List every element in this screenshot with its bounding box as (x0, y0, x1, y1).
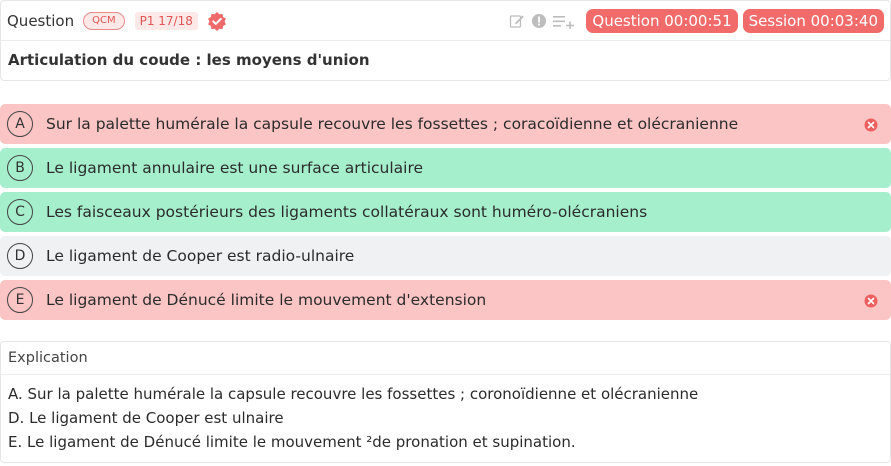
wrong-answer-icon (864, 117, 878, 132)
question-label: Question (7, 11, 75, 30)
answer-text: Sur la palette humérale la capsule recou… (46, 115, 739, 133)
answer-letter: C (7, 199, 33, 225)
report-icon[interactable] (531, 13, 547, 29)
question-header: Question QCM P1 17/18 Question 00:00:51 … (1, 1, 890, 41)
explication-title: Explication (1, 342, 890, 375)
session-timer: Session 00:03:40 (742, 8, 884, 33)
explication-line: A. Sur la palette humérale la capsule re… (8, 385, 699, 403)
answer-text: Les faisceaux postérieurs des ligaments … (46, 203, 648, 221)
explication-line: E. Le ligament de Dénucé limite le mouve… (8, 433, 576, 451)
add-to-list-icon[interactable] (553, 13, 575, 29)
question-title: Articulation du coude : les moyens d'uni… (8, 51, 370, 69)
answer-text: Le ligament de Cooper est radio-ulnaire (46, 247, 355, 265)
answer-option-d[interactable]: D Le ligament de Cooper est radio-ulnair… (0, 236, 891, 276)
question-position-badge: P1 17/18 (134, 11, 198, 30)
answer-letter: E (7, 287, 33, 313)
answer-text: Le ligament de Dénucé limite le mouvemen… (46, 291, 487, 309)
answer-letter: B (7, 155, 33, 181)
explication-line: D. Le ligament de Cooper est ulnaire (8, 409, 284, 427)
edit-icon[interactable] (509, 13, 525, 29)
wrong-answer-icon (864, 293, 878, 308)
answer-text: Le ligament annulaire est une surface ar… (46, 159, 424, 177)
explication-card: Explication A. Sur la palette humérale l… (0, 341, 891, 463)
verified-badge-icon (207, 11, 227, 31)
answer-option-a[interactable]: A Sur la palette humérale la capsule rec… (0, 104, 891, 144)
answer-letter: A (7, 111, 33, 137)
question-card: Question QCM P1 17/18 Question 00:00:51 … (0, 0, 891, 81)
answer-option-c[interactable]: C Les faisceaux postérieurs des ligament… (0, 192, 891, 232)
answer-option-e[interactable]: E Le ligament de Dénucé limite le mouvem… (0, 280, 891, 320)
answer-option-b[interactable]: B Le ligament annulaire est une surface … (0, 148, 891, 188)
question-type-badge: QCM (83, 11, 125, 30)
answer-letter: D (7, 243, 33, 269)
question-timer: Question 00:00:51 (586, 8, 738, 33)
explication-body: A. Sur la palette humérale la capsule re… (1, 375, 890, 454)
